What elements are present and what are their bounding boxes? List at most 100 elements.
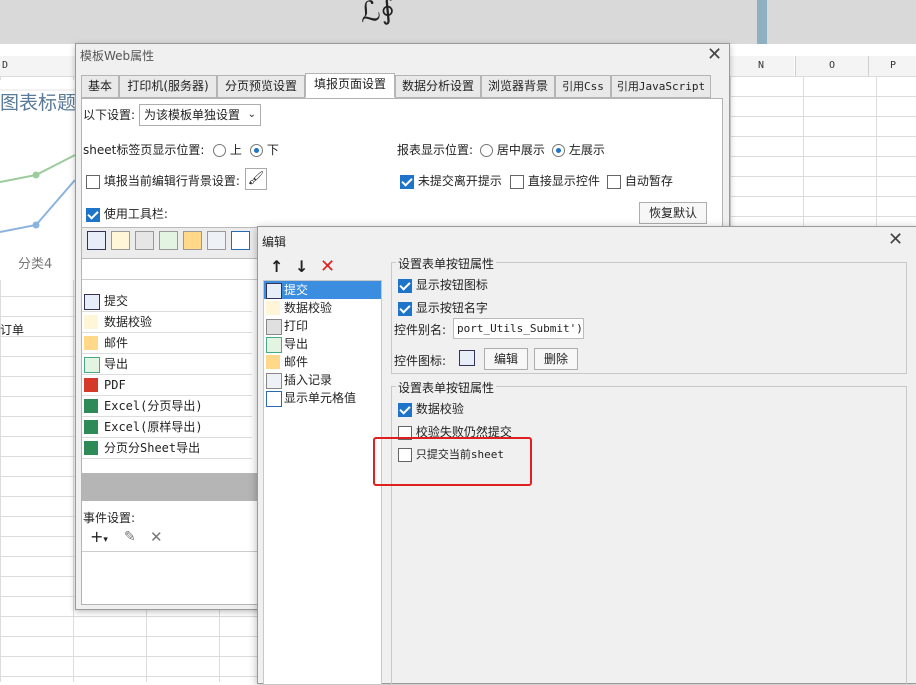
list-item-show-cell[interactable]: 显示单元格值 (264, 389, 381, 407)
alias-input[interactable]: port_Utils_Submit')} (453, 318, 584, 339)
radio-left[interactable] (552, 144, 565, 157)
tab-browser-background[interactable]: 浏览器背景 (481, 75, 555, 98)
show-name-option[interactable]: 显示按钮名字 (398, 299, 488, 316)
excel-icon (84, 420, 98, 434)
direct-show-control-label: 直接显示控件 (527, 174, 600, 188)
data-validation-checkbox[interactable] (398, 402, 412, 417)
tab-fill-page-settings[interactable]: 填报页面设置 (305, 73, 395, 98)
show-cell-icon (266, 391, 282, 407)
use-toolbar-label: 使用工具栏: (103, 207, 168, 221)
background-scribble: ℒ∮ (357, 0, 397, 30)
save-icon (84, 294, 100, 310)
toolbar-spacer (82, 259, 258, 280)
column-header-n[interactable]: N (728, 56, 794, 77)
edit-dialog: 编辑 ✕ ↑ ↓ ✕ 提交 数据校验 打印 导出 邮件 插入记录 显示单元格值 … (257, 226, 916, 685)
validate-icon[interactable] (111, 231, 130, 250)
dialog-title: 模板Web属性 (80, 49, 155, 63)
edit-pencil-icon[interactable]: ✎ (124, 529, 136, 545)
tab-css[interactable]: 引用Css (555, 75, 611, 98)
remove-icon[interactable]: ✕ (320, 256, 335, 277)
mail-icon[interactable] (183, 231, 202, 250)
list-item-submit[interactable]: 提交 (264, 281, 381, 299)
list-item-excel-page[interactable]: Excel(分页导出) (82, 396, 252, 417)
highlight-box (373, 437, 532, 486)
setting-select[interactable]: 为该模板单独设置 ⌄ (139, 104, 261, 126)
close-icon[interactable]: ✕ (707, 46, 722, 64)
tab-page-preview[interactable]: 分页预览设置 (217, 75, 305, 98)
list-item-submit[interactable]: 提交 (82, 291, 252, 312)
unsubmitted-tip-option[interactable]: 未提交离开提示 (400, 172, 502, 189)
use-toolbar-option[interactable]: 使用工具栏: (86, 205, 168, 222)
chart-category-label: 分类4 (18, 257, 53, 272)
list-item-label: 打印 (284, 319, 309, 333)
direct-show-control-option[interactable]: 直接显示控件 (510, 172, 600, 189)
add-icon[interactable]: +▾ (90, 527, 108, 546)
export-icon[interactable] (159, 231, 178, 250)
list-item-pdf[interactable]: PDF (82, 375, 252, 396)
list-item-export[interactable]: 导出 (82, 354, 252, 375)
list-item-insert-record[interactable]: 插入记录 (264, 371, 381, 389)
radio-center[interactable] (480, 144, 493, 157)
tab-data-analysis[interactable]: 数据分析设置 (395, 75, 481, 98)
use-toolbar-checkbox[interactable] (86, 207, 100, 222)
auto-save-checkbox[interactable] (607, 174, 621, 189)
radio-bottom-label: 下 (266, 143, 279, 157)
data-validation-option[interactable]: 数据校验 (398, 400, 464, 417)
excel-icon (84, 441, 98, 455)
delete-x-icon[interactable]: ✕ (150, 528, 163, 546)
list-item-print[interactable]: 打印 (264, 317, 381, 335)
unsubmitted-tip-checkbox[interactable] (400, 174, 414, 189)
list-item-export[interactable]: 导出 (264, 335, 381, 353)
report-pos-left-option[interactable]: 左展示 (552, 141, 605, 158)
list-item-mail[interactable]: 邮件 (82, 333, 252, 354)
print-icon[interactable] (135, 231, 154, 250)
row-bg-label: 填报当前编辑行背景设置: (103, 174, 240, 188)
show-cell-icon[interactable] (231, 231, 250, 250)
row-bg-option[interactable]: 填报当前编辑行背景设置: (86, 172, 240, 189)
direct-show-control-checkbox[interactable] (510, 174, 524, 189)
toolbar-button-list: 提交 数据校验 邮件 导出 PDF Excel(分页导出) Excel(原样导出… (82, 291, 252, 459)
list-scroll-bar[interactable] (82, 473, 258, 501)
report-pos-center-option[interactable]: 居中展示 (480, 141, 545, 158)
move-down-icon[interactable]: ↓ (295, 257, 308, 276)
list-item-validate[interactable]: 数据校验 (82, 312, 252, 333)
row-bg-checkbox[interactable] (86, 174, 100, 189)
tab-basic[interactable]: 基本 (81, 75, 119, 98)
show-icon-option[interactable]: 显示按钮图标 (398, 276, 488, 293)
auto-save-option[interactable]: 自动暂存 (607, 172, 673, 189)
column-header-d[interactable]: D (0, 56, 77, 77)
list-item-label: 导出 (284, 337, 309, 351)
pdf-icon (84, 378, 98, 392)
export-icon (84, 357, 100, 373)
column-header-p[interactable]: P (868, 56, 916, 77)
delete-icon-button[interactable]: 删除 (534, 348, 578, 370)
show-name-checkbox[interactable] (398, 301, 412, 316)
save-icon[interactable] (87, 231, 106, 250)
sheet-pos-top-option[interactable]: 上 (213, 141, 242, 158)
list-item-validate[interactable]: 数据校验 (264, 299, 381, 317)
event-list[interactable] (82, 551, 258, 604)
paint-bucket-icon[interactable]: 🖌 (245, 168, 267, 190)
column-header-o[interactable]: O (795, 56, 868, 77)
close-icon[interactable]: ✕ (888, 231, 903, 249)
move-up-icon[interactable]: ↑ (270, 257, 283, 276)
list-item-label: 邮件 (104, 336, 129, 350)
show-icon-label: 显示按钮图标 (415, 278, 488, 292)
background-window-strip (0, 0, 916, 44)
list-item-mail[interactable]: 邮件 (264, 353, 381, 371)
restore-default-button[interactable]: 恢复默认 (639, 202, 707, 224)
list-item-sheet-export[interactable]: 分页分Sheet导出 (82, 438, 252, 459)
data-validation-label: 数据校验 (415, 402, 464, 416)
insert-record-icon[interactable] (207, 231, 226, 250)
radio-top-label: 上 (229, 143, 242, 157)
radio-top[interactable] (213, 144, 226, 157)
edit-icon-button[interactable]: 编辑 (484, 348, 528, 370)
list-item-excel-original[interactable]: Excel(原样导出) (82, 417, 252, 438)
tab-printer[interactable]: 打印机(服务器) (119, 75, 217, 98)
chart-title: 图表标题 (0, 92, 77, 114)
toolbar-preview (82, 227, 258, 259)
show-icon-checkbox[interactable] (398, 278, 412, 293)
radio-bottom[interactable] (250, 144, 263, 157)
tab-javascript[interactable]: 引用JavaScript (611, 75, 711, 98)
sheet-pos-bottom-option[interactable]: 下 (250, 141, 279, 158)
